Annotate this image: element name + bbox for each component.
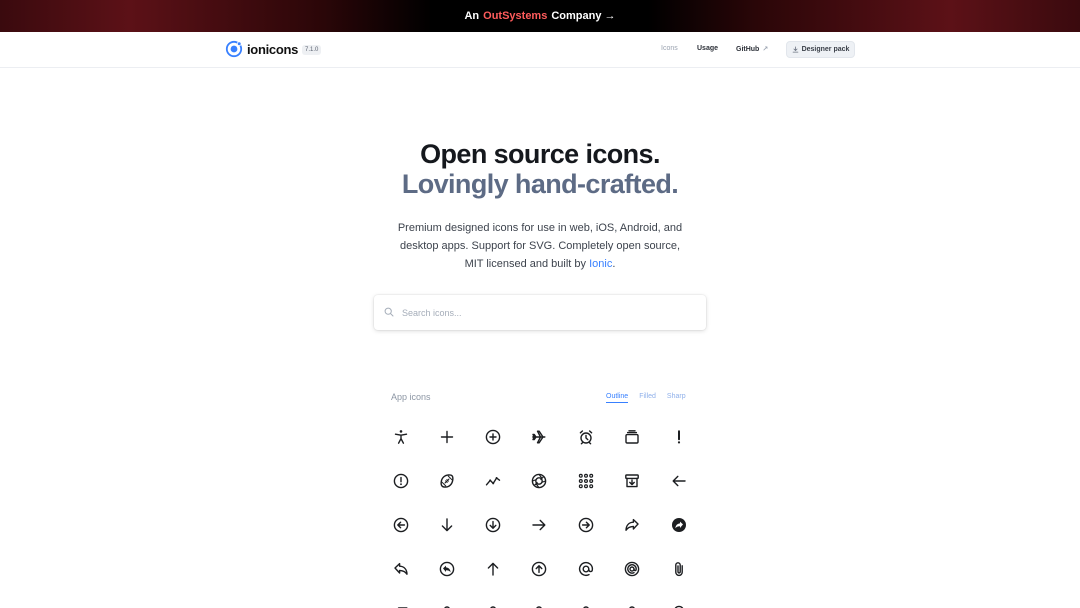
nav-icons[interactable]: Icons xyxy=(661,45,678,52)
section-title: App icons xyxy=(391,392,431,402)
hero-title: Open source icons. xyxy=(420,139,660,169)
arrow-back-circle-icon xyxy=(393,517,409,533)
aperture-icon xyxy=(531,473,547,489)
icon-tile[interactable] xyxy=(378,415,424,459)
arrow-redo-circle-icon xyxy=(672,518,686,532)
at-circle-icon xyxy=(624,561,640,577)
add-icon xyxy=(440,430,454,444)
tab-sharp[interactable]: Sharp xyxy=(667,393,686,403)
albums-icon xyxy=(625,430,639,444)
search-icon xyxy=(384,307,394,317)
icon-tile[interactable] xyxy=(378,547,424,591)
site-header: ionicons 7.1.0 Icons Usage GitHub ↗ Desi… xyxy=(0,32,1080,68)
nav-github[interactable]: GitHub ↗ xyxy=(736,45,769,54)
ionic-link[interactable]: Ionic xyxy=(589,258,612,270)
icon-tile[interactable] xyxy=(378,459,424,503)
icon-tile[interactable] xyxy=(516,503,562,547)
add-circle-icon xyxy=(485,429,501,445)
icon-tile[interactable] xyxy=(563,415,609,459)
nav-usage[interactable]: Usage xyxy=(697,45,718,52)
icon-tile[interactable] xyxy=(656,415,702,459)
arrow-back-icon xyxy=(672,475,686,487)
icon-tile[interactable] xyxy=(470,503,516,547)
accessibility-icon xyxy=(394,430,408,444)
icon-tile[interactable] xyxy=(470,459,516,503)
arrow-forward-circle-icon xyxy=(578,517,594,533)
arrow-down-circle-icon xyxy=(485,517,501,533)
icon-tile[interactable] xyxy=(424,503,470,547)
icon-tile[interactable] xyxy=(656,503,702,547)
arrow-undo-icon xyxy=(394,562,408,575)
alert-icon xyxy=(677,430,681,444)
arrow-undo-circle-icon xyxy=(439,561,455,577)
search-input[interactable] xyxy=(402,303,692,322)
banner-prefix: An xyxy=(464,10,480,22)
banner-suffix: Company → xyxy=(551,10,616,22)
icon-tile[interactable] xyxy=(656,591,702,608)
icon-tile[interactable] xyxy=(563,459,609,503)
icon-tile[interactable] xyxy=(470,547,516,591)
icon-tile[interactable] xyxy=(378,591,424,608)
icon-tile[interactable] xyxy=(656,547,702,591)
apps-icon xyxy=(578,473,594,489)
search-box[interactable] xyxy=(374,295,706,330)
icon-tile[interactable] xyxy=(424,459,470,503)
icon-tile[interactable] xyxy=(424,591,470,608)
icon-tile[interactable] xyxy=(516,415,562,459)
tab-filled[interactable]: Filled xyxy=(639,393,656,403)
icon-tile[interactable] xyxy=(609,591,655,608)
at-icon xyxy=(578,561,594,576)
icon-tile[interactable] xyxy=(609,415,655,459)
icon-tile[interactable] xyxy=(470,591,516,608)
hero-description-end: . xyxy=(612,258,616,270)
announcement-banner[interactable]: An OutSystems Company → xyxy=(0,0,1080,32)
arrow-up-circle-icon xyxy=(531,561,547,577)
style-tabs: Outline Filled Sharp xyxy=(606,393,686,403)
tab-outline[interactable]: Outline xyxy=(606,393,629,403)
alert-circle-icon xyxy=(393,473,409,489)
external-link-icon: ↗ xyxy=(762,46,769,53)
icon-tile[interactable] xyxy=(609,503,655,547)
icon-tile[interactable] xyxy=(516,459,562,503)
icon-tile[interactable] xyxy=(609,459,655,503)
icon-tile[interactable] xyxy=(424,415,470,459)
hero-subtitle: Lovingly hand-crafted. xyxy=(401,169,679,199)
alarm-icon xyxy=(579,430,593,445)
arrow-redo-icon xyxy=(625,518,639,531)
logo[interactable]: ionicons xyxy=(225,40,298,58)
analytics-icon xyxy=(485,477,501,486)
banner-brand: OutSystems xyxy=(483,10,548,22)
hero-description-text: Premium designed icons for use in web, i… xyxy=(397,222,683,270)
attach-icon xyxy=(675,562,683,577)
arrow-down-icon xyxy=(441,518,453,532)
icon-tile[interactable] xyxy=(424,547,470,591)
designer-pack-label: Designer pack xyxy=(801,46,850,53)
airplane-icon xyxy=(532,430,546,444)
icon-tile[interactable] xyxy=(516,547,562,591)
arrow-forward-icon xyxy=(532,519,546,531)
icon-tile[interactable] xyxy=(563,591,609,608)
ionicons-logo-icon xyxy=(225,40,243,58)
icon-tile[interactable] xyxy=(470,415,516,459)
download-icon xyxy=(792,46,798,53)
archive-icon xyxy=(625,474,639,488)
arrow-up-icon xyxy=(487,562,499,576)
icon-tile[interactable] xyxy=(516,591,562,608)
nav-github-label: GitHub xyxy=(736,45,760,53)
american-football-icon xyxy=(440,474,454,488)
icon-tile[interactable] xyxy=(563,547,609,591)
icon-tile[interactable] xyxy=(609,547,655,591)
icon-tile[interactable] xyxy=(563,503,609,547)
hero-description: Premium designed icons for use in web, i… xyxy=(390,219,690,273)
version-badge: 7.1.0 xyxy=(302,45,322,55)
icon-tile[interactable] xyxy=(378,503,424,547)
logo-text: ionicons xyxy=(247,41,299,57)
icon-tile[interactable] xyxy=(656,459,702,503)
designer-pack-button[interactable]: Designer pack xyxy=(786,41,855,58)
